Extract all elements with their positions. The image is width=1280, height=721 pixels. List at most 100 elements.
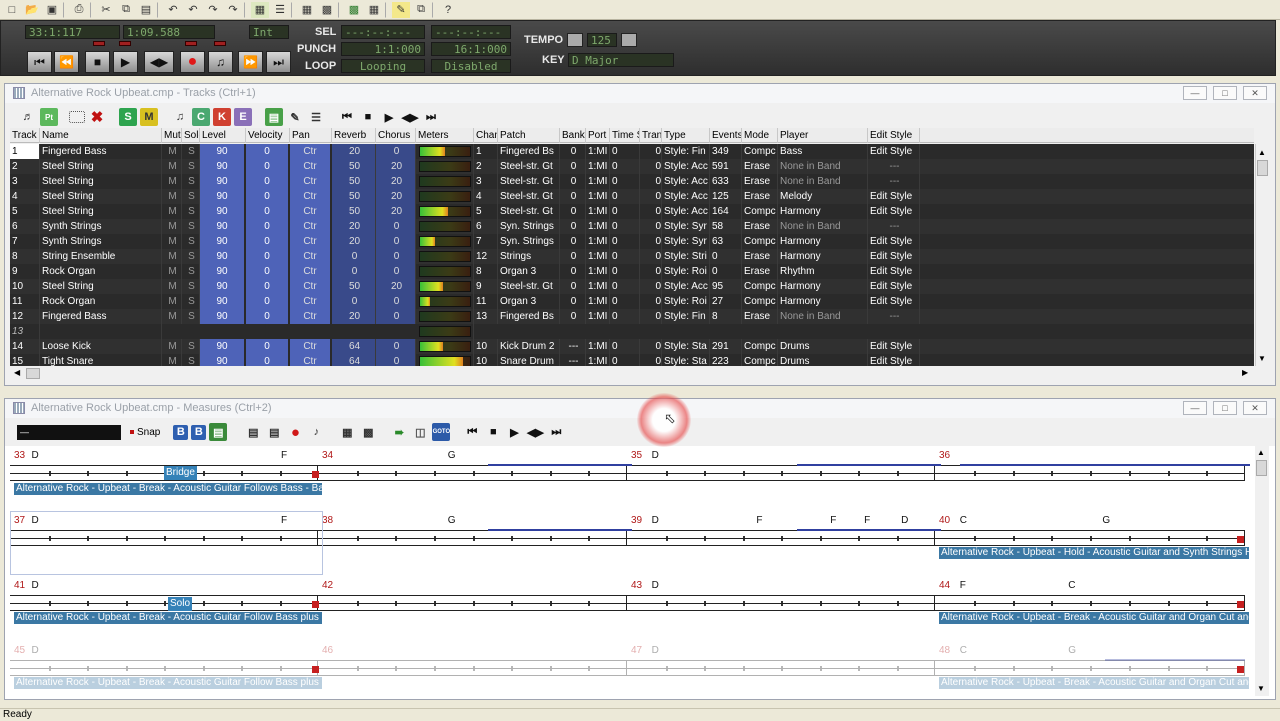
chorus-slider[interactable]: 0	[376, 144, 416, 159]
track-name[interactable]: String Ensemble	[40, 249, 162, 264]
fast-forward-button[interactable]: ⏩	[238, 51, 263, 73]
transpose-cell[interactable]: 0	[640, 219, 662, 234]
track-number[interactable]: 11	[10, 294, 40, 309]
transpose-cell[interactable]: 0	[640, 339, 662, 354]
track-number[interactable]: 12	[10, 309, 40, 324]
track-row[interactable]: 14 Loose Kick M S 90 0 Ctr 64 0 10 Kick Drum 2 --- 1…	[10, 339, 1254, 354]
edit-style-cell[interactable]: Edit Style	[868, 189, 920, 204]
track-row[interactable]: 1 Fingered Bass M S 90 0 Ctr 20 0 1 Fingered Bs 0 1:…	[10, 144, 1254, 159]
redo-all-icon[interactable]: ↷	[224, 2, 242, 18]
bridge-marker[interactable]: Bridge	[164, 466, 197, 480]
edit-style-cell[interactable]: ---	[868, 219, 920, 234]
chorus-slider[interactable]: 20	[376, 159, 416, 174]
scroll-down-icon[interactable]: ▼	[1258, 354, 1266, 363]
track-row[interactable]: 13	[10, 324, 1254, 339]
measure-staff[interactable]	[627, 595, 935, 611]
mute-button[interactable]: M	[162, 279, 182, 294]
column-header[interactable]: Chan	[474, 128, 498, 143]
solo-button[interactable]: S	[182, 144, 200, 159]
chord-symbol[interactable]: G	[448, 450, 456, 461]
scroll-up-icon[interactable]: ▲	[1258, 148, 1266, 157]
column-header[interactable]: Edit Style	[868, 128, 920, 143]
measure-staff[interactable]	[10, 660, 318, 676]
calc-icon[interactable]: ▦	[338, 423, 356, 441]
port-cell[interactable]: 1:MI	[586, 249, 610, 264]
track-number[interactable]: 6	[10, 219, 40, 234]
channel-cell[interactable]: 13	[474, 309, 498, 324]
level-slider[interactable]: 90	[200, 309, 246, 324]
player-cell[interactable]: Harmony	[778, 204, 868, 219]
track-number[interactable]: 1	[10, 144, 40, 159]
screen-icon[interactable]: ▩	[345, 2, 363, 18]
chorus-slider[interactable]: 0	[376, 234, 416, 249]
chord-symbol[interactable]: D	[32, 450, 39, 461]
pan-slider[interactable]: Ctr	[290, 279, 332, 294]
column-header[interactable]: Chorus	[376, 128, 416, 143]
mode-cell[interactable]: Erase	[742, 249, 778, 264]
port-cell[interactable]: 1:MI	[586, 234, 610, 249]
punch-to-display[interactable]: 16:1:000	[431, 42, 511, 56]
track-number[interactable]: 3	[10, 174, 40, 189]
events-cell[interactable]: 0	[710, 264, 742, 279]
bank-cell[interactable]: 0	[560, 159, 586, 174]
mode-cell[interactable]: Compc	[742, 294, 778, 309]
player-cell[interactable]: Melody	[778, 189, 868, 204]
pan-slider[interactable]: Ctr	[290, 339, 332, 354]
track-name[interactable]: Synth Strings	[40, 219, 162, 234]
measures-vscroll[interactable]: ▲ ▼	[1255, 446, 1269, 696]
mode-cell[interactable]: Compc	[742, 144, 778, 159]
pan-slider[interactable]: Ctr	[290, 249, 332, 264]
chord-symbol[interactable]: C	[1068, 580, 1075, 591]
channel-cell[interactable]: 4	[474, 189, 498, 204]
bank-cell[interactable]: 0	[560, 204, 586, 219]
stop-icon[interactable]: ■	[484, 423, 502, 441]
chord-symbol[interactable]: G	[1068, 645, 1076, 656]
maximize-button[interactable]: □	[1213, 86, 1237, 100]
mode-cell[interactable]: Erase	[742, 309, 778, 324]
level-slider[interactable]: 90	[200, 159, 246, 174]
chord-symbol[interactable]: D	[652, 580, 659, 591]
rewind-to-start-icon[interactable]: ⏮	[463, 423, 481, 441]
track-name[interactable]: Fingered Bass	[40, 144, 162, 159]
track-number[interactable]: 7	[10, 234, 40, 249]
chord-symbol[interactable]: D	[652, 515, 659, 526]
tempo-display[interactable]: 125	[587, 33, 617, 47]
column-header[interactable]: Time S	[610, 128, 640, 143]
mute-button[interactable]: M	[162, 264, 182, 279]
channel-cell[interactable]: 11	[474, 294, 498, 309]
type-cell[interactable]: Style: Acc	[662, 279, 710, 294]
column-header[interactable]: Bank	[560, 128, 586, 143]
column-header[interactable]: Tran	[640, 128, 662, 143]
pan-slider[interactable]: Ctr	[290, 294, 332, 309]
chord-symbol[interactable]: F	[960, 580, 966, 591]
b-alt-icon[interactable]: B	[191, 424, 207, 440]
track-number[interactable]: 9	[10, 264, 40, 279]
pan-slider[interactable]: Ctr	[290, 309, 332, 324]
mute-button[interactable]: M	[162, 204, 182, 219]
port-cell[interactable]: 1:MI	[586, 159, 610, 174]
piano-roll-icon[interactable]: ▩	[318, 2, 336, 18]
chorus-slider[interactable]: 20	[376, 189, 416, 204]
style-strip[interactable]: Alternative Rock - Upbeat - Break - Acou…	[939, 677, 1249, 689]
track-name[interactable]: Steel String	[40, 189, 162, 204]
k-icon[interactable]: K	[213, 108, 231, 126]
metronome-button[interactable]: ♫	[208, 51, 233, 73]
time-shift-cell[interactable]: 0	[610, 279, 640, 294]
player-cell[interactable]: Harmony	[778, 294, 868, 309]
channel-cell[interactable]: 3	[474, 174, 498, 189]
b-icon[interactable]: B	[173, 424, 189, 440]
stop-icon[interactable]: ■	[359, 108, 377, 126]
time-shift-cell[interactable]: 0	[610, 249, 640, 264]
column-header[interactable]: Type	[662, 128, 710, 143]
measure-staff[interactable]	[318, 595, 627, 611]
channel-cell[interactable]: 6	[474, 219, 498, 234]
patch-cell[interactable]: Organ 3	[498, 294, 560, 309]
solo-icon[interactable]: S	[119, 108, 137, 126]
chord-symbol[interactable]: F	[864, 515, 870, 526]
bank-cell[interactable]: 0	[560, 249, 586, 264]
time-shift-cell[interactable]: 0	[610, 309, 640, 324]
c-icon[interactable]: C	[192, 108, 210, 126]
undo-all-icon[interactable]: ↶	[184, 2, 202, 18]
loop-to-display[interactable]: Disabled	[431, 59, 511, 73]
channel-cell[interactable]: 9	[474, 279, 498, 294]
